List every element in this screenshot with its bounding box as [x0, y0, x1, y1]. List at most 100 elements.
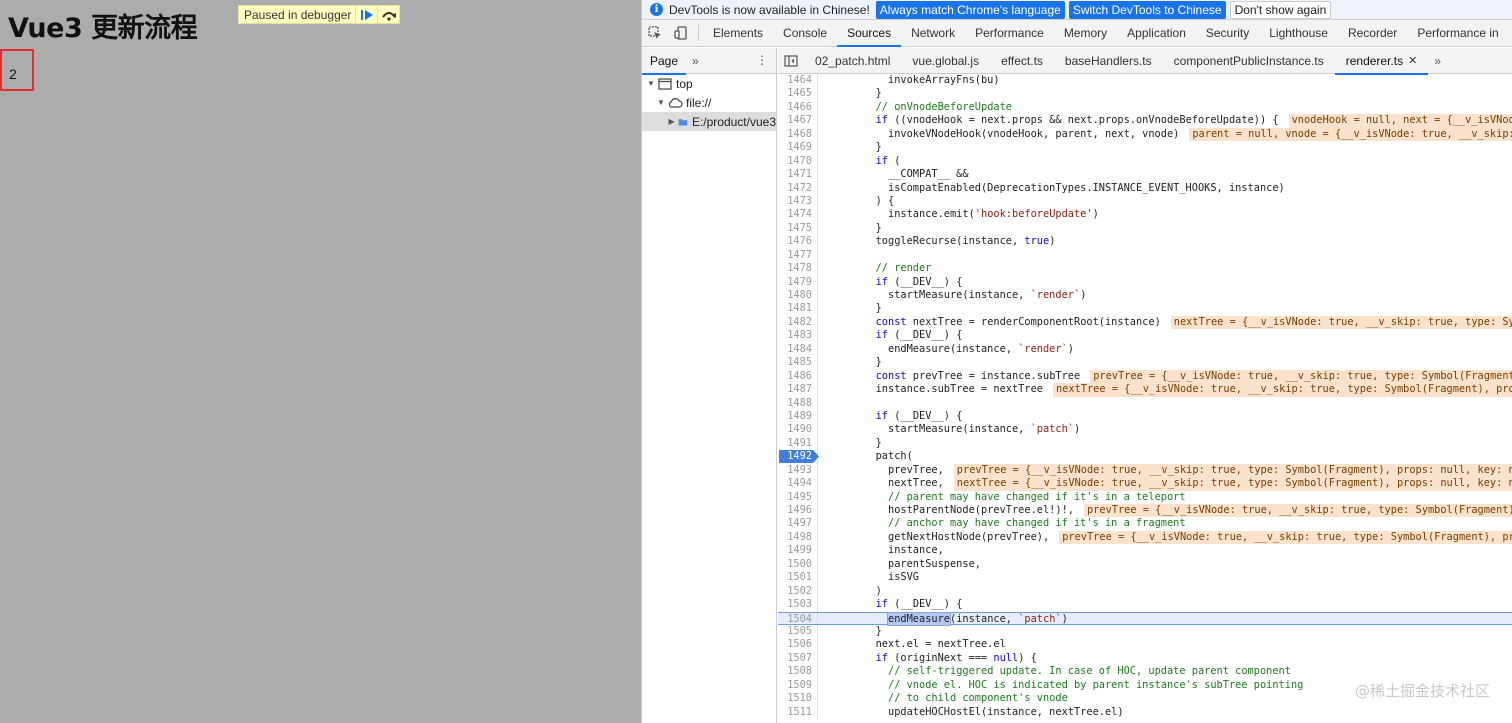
code-line[interactable]: 1480 startMeasure(instance, `render`): [778, 289, 1512, 303]
file-tab[interactable]: baseHandlers.ts: [1054, 48, 1163, 74]
line-number[interactable]: 1501: [778, 571, 818, 585]
line-number[interactable]: 1503: [778, 598, 818, 612]
code-line[interactable]: 1486 const prevTree = instance.subTree pr…: [778, 369, 1512, 384]
code-line[interactable]: 1487 instance.subTree = nextTree nextTree…: [778, 383, 1512, 397]
code-line[interactable]: 1508 // self-triggered update. In case o…: [778, 665, 1512, 679]
line-number[interactable]: 1474: [778, 208, 818, 222]
more-tabs-icon[interactable]: »: [692, 54, 699, 68]
code-line[interactable]: 1476 toggleRecurse(instance, true): [778, 235, 1512, 249]
device-toolbar-button[interactable]: [668, 20, 694, 46]
code-line[interactable]: 1474 instance.emit('hook:beforeUpdate'): [778, 208, 1512, 222]
line-number[interactable]: 1470: [778, 154, 818, 169]
code-line[interactable]: 1500 parentSuspense,: [778, 557, 1512, 572]
file-tab[interactable]: vue.global.js: [901, 48, 990, 74]
line-number[interactable]: 1480: [778, 289, 818, 303]
line-number[interactable]: 1482: [778, 315, 818, 330]
line-number[interactable]: 1507: [778, 651, 818, 666]
line-number[interactable]: 1492: [778, 450, 819, 464]
line-number[interactable]: 1493: [778, 463, 818, 478]
code-line[interactable]: 1492 patch(: [778, 450, 1512, 464]
line-number[interactable]: 1488: [778, 396, 818, 410]
code-line[interactable]: 1489 if (__DEV__) {: [778, 409, 1512, 424]
line-number[interactable]: 1468: [778, 127, 818, 142]
line-number[interactable]: 1476: [778, 235, 818, 249]
line-number[interactable]: 1511: [778, 705, 818, 719]
line-number[interactable]: 1491: [778, 436, 818, 451]
code-line[interactable]: 1469 }: [778, 141, 1512, 155]
code-line[interactable]: 1494 nextTree, nextTree = {__v_isVNode: t…: [778, 477, 1512, 491]
line-number[interactable]: 1471: [778, 168, 818, 182]
code-line[interactable]: 1485 }: [778, 356, 1512, 370]
code-line[interactable]: 1470 if (: [778, 154, 1512, 169]
tab-performance[interactable]: Performance: [965, 20, 1054, 46]
code-line[interactable]: 1497 // anchor may have changed if it's …: [778, 517, 1512, 531]
line-number[interactable]: 1464: [778, 74, 818, 88]
code-line[interactable]: 1507 if (originNext === null) {: [778, 651, 1512, 666]
line-number[interactable]: 1469: [778, 141, 818, 155]
line-number[interactable]: 1466: [778, 100, 818, 115]
code-line[interactable]: 1473 ) {: [778, 194, 1512, 209]
tab-recorder[interactable]: Recorder: [1338, 20, 1407, 46]
line-number[interactable]: 1465: [778, 87, 818, 101]
dont-show-again-button[interactable]: Don't show again: [1229, 0, 1332, 19]
tab-performance-in[interactable]: Performance in: [1407, 20, 1508, 46]
code-line[interactable]: 1491 }: [778, 436, 1512, 451]
line-number[interactable]: 1494: [778, 477, 818, 491]
code-line[interactable]: 1467 if ((vnodeHook = next.props && next…: [778, 114, 1512, 128]
tab-network[interactable]: Network: [901, 20, 965, 46]
navigator-tab-page[interactable]: Page: [642, 48, 687, 75]
line-number[interactable]: 1490: [778, 423, 818, 437]
code-line[interactable]: 1499 instance,: [778, 544, 1512, 558]
code-line[interactable]: 1498 getNextHostNode(prevTree), prevTree …: [778, 530, 1512, 545]
code-line[interactable]: 1504 endMeasure(instance, `patch`): [778, 611, 1512, 626]
code-line[interactable]: 1484 endMeasure(instance, `render`): [778, 342, 1512, 357]
code-line[interactable]: 1466 // onVnodeBeforeUpdate: [778, 100, 1512, 115]
code-line[interactable]: 1506 next.el = nextTree.el: [778, 638, 1512, 652]
file-tab[interactable]: effect.ts: [990, 48, 1054, 74]
code-line[interactable]: 1478 // render: [778, 262, 1512, 276]
file-tab[interactable]: 02_patch.html: [804, 48, 901, 74]
code-line[interactable]: 1464 invokeArrayFns(bu): [778, 74, 1512, 88]
line-number[interactable]: 1473: [778, 194, 818, 209]
line-number[interactable]: 1478: [778, 262, 818, 276]
line-number[interactable]: 1505: [778, 624, 818, 639]
tab-elements[interactable]: Elements: [703, 20, 773, 46]
line-number[interactable]: 1484: [778, 342, 818, 357]
code-line[interactable]: 1502 ): [778, 584, 1512, 599]
line-number[interactable]: 1508: [778, 665, 818, 679]
file-tab[interactable]: componentPublicInstance.ts: [1163, 48, 1335, 74]
collapse-arrow-icon[interactable]: ▶: [668, 117, 675, 126]
tab-security[interactable]: Security: [1196, 20, 1259, 46]
always-match-language-button[interactable]: Always match Chrome's language: [875, 0, 1065, 19]
line-number[interactable]: 1489: [778, 409, 818, 424]
code-line[interactable]: 1477: [778, 248, 1512, 263]
code-line[interactable]: 1501 isSVG: [778, 571, 1512, 585]
line-number[interactable]: 1509: [778, 678, 818, 693]
code-line[interactable]: 1493 prevTree, prevTree = {__v_isVNode: t…: [778, 463, 1512, 478]
code-line[interactable]: 1471 __COMPAT__ &&: [778, 168, 1512, 182]
line-number[interactable]: 1500: [778, 557, 818, 572]
tab-lighthouse[interactable]: Lighthouse: [1259, 20, 1338, 46]
toggle-navigator-button[interactable]: [778, 54, 804, 67]
line-number[interactable]: 1472: [778, 181, 818, 195]
code-line[interactable]: 1496 hostParentNode(prevTree.el!)!, prevT…: [778, 504, 1512, 518]
navigator-menu-icon[interactable]: ⋮: [756, 53, 768, 67]
line-number[interactable]: 1486: [778, 369, 818, 384]
inspect-element-button[interactable]: [642, 20, 668, 46]
switch-to-chinese-button[interactable]: Switch DevTools to Chinese: [1068, 0, 1226, 19]
code-line[interactable]: 1472 isCompatEnabled(DeprecationTypes.IN…: [778, 181, 1512, 195]
line-number[interactable]: 1510: [778, 692, 818, 706]
line-number[interactable]: 1483: [778, 329, 818, 343]
line-number[interactable]: 1481: [778, 302, 818, 316]
line-number[interactable]: 1485: [778, 356, 818, 370]
code-line[interactable]: 1468 invokeVNodeHook(vnodeHook, parent, …: [778, 127, 1512, 142]
tab-memory[interactable]: Memory: [1054, 20, 1117, 46]
line-number[interactable]: 1477: [778, 248, 818, 263]
file-tab[interactable]: renderer.ts ✕: [1334, 48, 1429, 75]
line-number[interactable]: 1475: [778, 221, 818, 236]
code-line[interactable]: 1495 // parent may have changed if it's …: [778, 490, 1512, 504]
expand-arrow-icon[interactable]: ▼: [656, 98, 666, 107]
line-number[interactable]: 1502: [778, 584, 818, 599]
code-line[interactable]: 1483 if (__DEV__) {: [778, 329, 1512, 343]
step-over-button[interactable]: [377, 6, 399, 23]
